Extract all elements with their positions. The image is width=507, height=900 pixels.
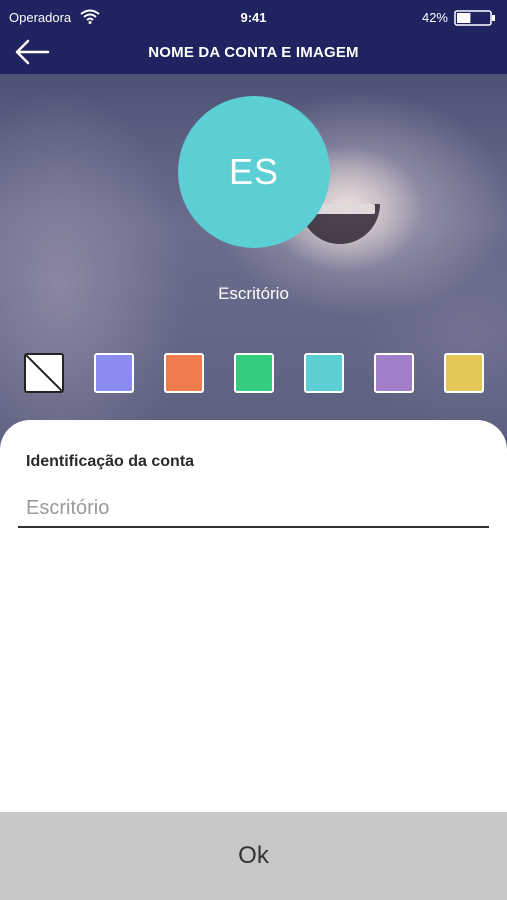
color-swatch-blue[interactable] bbox=[94, 353, 134, 393]
avatar-initials: ES bbox=[228, 151, 280, 192]
color-swatch-teal[interactable] bbox=[304, 353, 344, 393]
color-swatch-green[interactable] bbox=[234, 353, 274, 393]
color-swatch-orange[interactable] bbox=[164, 353, 204, 393]
ok-button-label: Ok bbox=[238, 842, 269, 869]
battery-percentage: 42% bbox=[421, 10, 448, 25]
color-swatch-purple[interactable] bbox=[374, 353, 414, 393]
color-swatch-none[interactable] bbox=[24, 353, 64, 393]
account-id-label: Identificação da conta bbox=[26, 453, 195, 470]
no-color-icon bbox=[26, 355, 62, 391]
account-name: Escritório bbox=[218, 284, 289, 303]
color-swatch-yellow[interactable] bbox=[444, 353, 484, 393]
nav-bar: NOME DA CONTA E IMAGEM bbox=[0, 36, 507, 74]
form-sheet: Identificação da conta bbox=[0, 420, 507, 812]
status-bar: Operadora 9:41 42% bbox=[0, 0, 507, 36]
account-name-input[interactable] bbox=[18, 490, 489, 528]
page-title: NOME DA CONTA E IMAGEM bbox=[148, 44, 359, 61]
avatar[interactable]: ES bbox=[178, 96, 330, 248]
battery-icon bbox=[454, 10, 495, 26]
ok-button[interactable]: Ok bbox=[0, 812, 507, 900]
